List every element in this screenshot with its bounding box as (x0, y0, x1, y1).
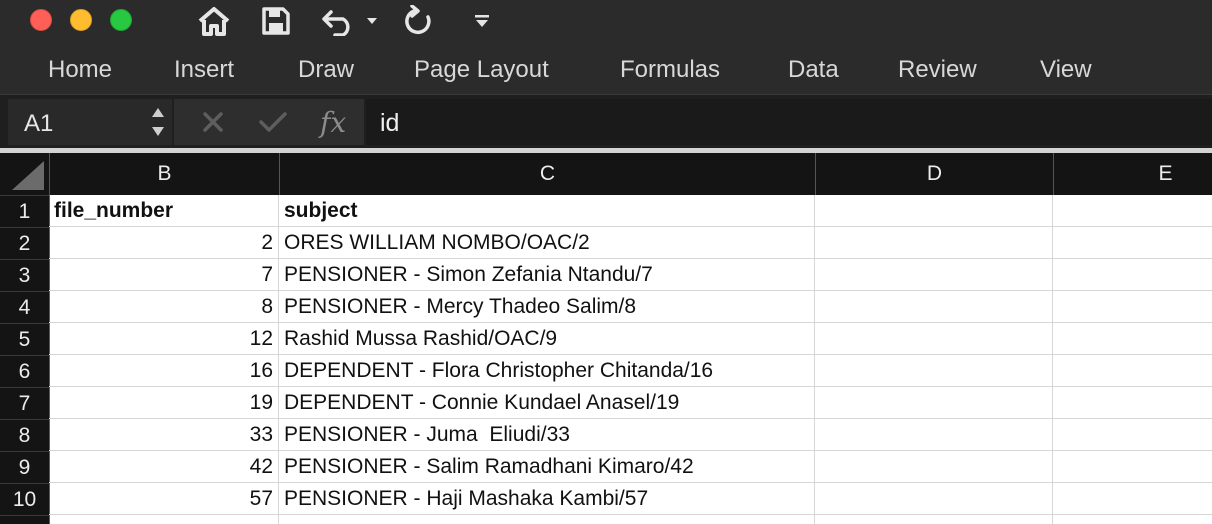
row-header-1[interactable]: 1 (0, 195, 49, 227)
cell-b10[interactable]: 57 (49, 483, 279, 515)
cell-d11[interactable] (815, 515, 1053, 524)
save-icon[interactable] (258, 4, 294, 38)
tab-draw[interactable]: Draw (298, 56, 354, 84)
column-header-c[interactable]: C (279, 153, 815, 195)
cell-e1[interactable] (1053, 195, 1212, 227)
formula-input[interactable]: id (366, 99, 1212, 145)
tab-formulas[interactable]: Formulas (620, 56, 720, 84)
cell-c1[interactable]: subject (279, 195, 815, 227)
row-header-11[interactable] (0, 515, 49, 524)
cell-e7[interactable] (1053, 387, 1212, 419)
home-icon[interactable] (196, 4, 232, 38)
cell-e3[interactable] (1053, 259, 1212, 291)
cancel-icon[interactable] (202, 111, 224, 138)
cell-d5[interactable] (815, 323, 1053, 355)
cell-d6[interactable] (815, 355, 1053, 387)
cell-b4[interactable]: 8 (49, 291, 279, 323)
cell-e2[interactable] (1053, 227, 1212, 259)
cell-e4[interactable] (1053, 291, 1212, 323)
cell-b7[interactable]: 19 (49, 387, 279, 419)
cell-c3[interactable]: PENSIONER - Simon Zefania Ntandu/7 (279, 259, 815, 291)
cell-d2[interactable] (815, 227, 1053, 259)
formula-content: id (380, 109, 400, 137)
cell-b11[interactable] (49, 515, 279, 524)
row-header-5[interactable]: 5 (0, 323, 49, 355)
cell-e6[interactable] (1053, 355, 1212, 387)
cell-d1[interactable] (815, 195, 1053, 227)
cell-d4[interactable] (815, 291, 1053, 323)
column-header-e[interactable]: E (1053, 153, 1212, 195)
confirm-icon[interactable] (258, 111, 288, 138)
customize-toolbar-icon[interactable] (472, 4, 492, 38)
row-header-8[interactable]: 8 (0, 419, 49, 451)
row-header-7[interactable]: 7 (0, 387, 49, 419)
cell-d10[interactable] (815, 483, 1053, 515)
tab-data[interactable]: Data (788, 56, 839, 84)
cell-c9[interactable]: PENSIONER - Salim Ramadhani Kimaro/42 (279, 451, 815, 483)
cell-b2[interactable]: 2 (49, 227, 279, 259)
row-header-6[interactable]: 6 (0, 355, 49, 387)
tab-page-layout[interactable]: Page Layout (414, 56, 549, 84)
row-header-4[interactable]: 4 (0, 291, 49, 323)
cell-c4[interactable]: PENSIONER - Mercy Thadeo Salim/8 (279, 291, 815, 323)
formula-controls: fx (174, 99, 364, 145)
cell-e5[interactable] (1053, 323, 1212, 355)
select-all-corner[interactable] (0, 153, 49, 195)
tab-review[interactable]: Review (898, 56, 977, 84)
spreadsheet-grid[interactable]: B C D E 1 file_number subject 2 2 ORES W… (0, 153, 1212, 524)
undo-icon[interactable] (320, 4, 360, 38)
ribbon-tabs: Home Insert Draw Page Layout Formulas Da… (0, 42, 1212, 94)
row-header-2[interactable]: 2 (0, 227, 49, 259)
column-header-d[interactable]: D (815, 153, 1053, 195)
cell-d9[interactable] (815, 451, 1053, 483)
cell-c11[interactable] (279, 515, 815, 524)
cell-b5[interactable]: 12 (49, 323, 279, 355)
row-header-3[interactable]: 3 (0, 259, 49, 291)
close-window-button[interactable] (30, 9, 52, 31)
cell-e11[interactable] (1053, 515, 1212, 524)
cell-c6[interactable]: DEPENDENT - Flora Christopher Chitanda/1… (279, 355, 815, 387)
redo-icon[interactable] (400, 4, 436, 38)
insert-function-icon[interactable]: fx (320, 106, 346, 139)
column-header-bar: B C D E (0, 153, 1212, 195)
column-header-b[interactable]: B (49, 153, 279, 195)
tab-insert[interactable]: Insert (174, 56, 234, 84)
row-header-10[interactable]: 10 (0, 483, 49, 515)
row-header-9[interactable]: 9 (0, 451, 49, 483)
name-box-stepper-icon[interactable] (150, 105, 166, 144)
cell-e8[interactable] (1053, 419, 1212, 451)
cell-d8[interactable] (815, 419, 1053, 451)
cell-d7[interactable] (815, 387, 1053, 419)
formula-bar: A1 fx id (0, 94, 1212, 149)
cell-b1[interactable]: file_number (49, 195, 279, 227)
cell-b3[interactable]: 7 (49, 259, 279, 291)
tab-home[interactable]: Home (48, 56, 112, 84)
cell-reference: A1 (24, 110, 54, 137)
cell-d3[interactable] (815, 259, 1053, 291)
cell-b6[interactable]: 16 (49, 355, 279, 387)
name-box[interactable]: A1 (8, 99, 172, 145)
zoom-window-button[interactable] (110, 9, 132, 31)
cell-b9[interactable]: 42 (49, 451, 279, 483)
cell-b8[interactable]: 33 (49, 419, 279, 451)
cell-c2[interactable]: ORES WILLIAM NOMBO/OAC/2 (279, 227, 815, 259)
cell-e9[interactable] (1053, 451, 1212, 483)
cell-c7[interactable]: DEPENDENT - Connie Kundael Anasel/19 (279, 387, 815, 419)
minimize-window-button[interactable] (70, 9, 92, 31)
cell-c8[interactable]: PENSIONER - Juma Eliudi/33 (279, 419, 815, 451)
undo-dropdown-icon[interactable] (364, 4, 380, 38)
tab-view[interactable]: View (1040, 56, 1092, 84)
cell-c10[interactable]: PENSIONER - Haji Mashaka Kambi/57 (279, 483, 815, 515)
cell-c5[interactable]: Rashid Mussa Rashid/OAC/9 (279, 323, 815, 355)
title-bar (0, 0, 1212, 42)
cell-e10[interactable] (1053, 483, 1212, 515)
